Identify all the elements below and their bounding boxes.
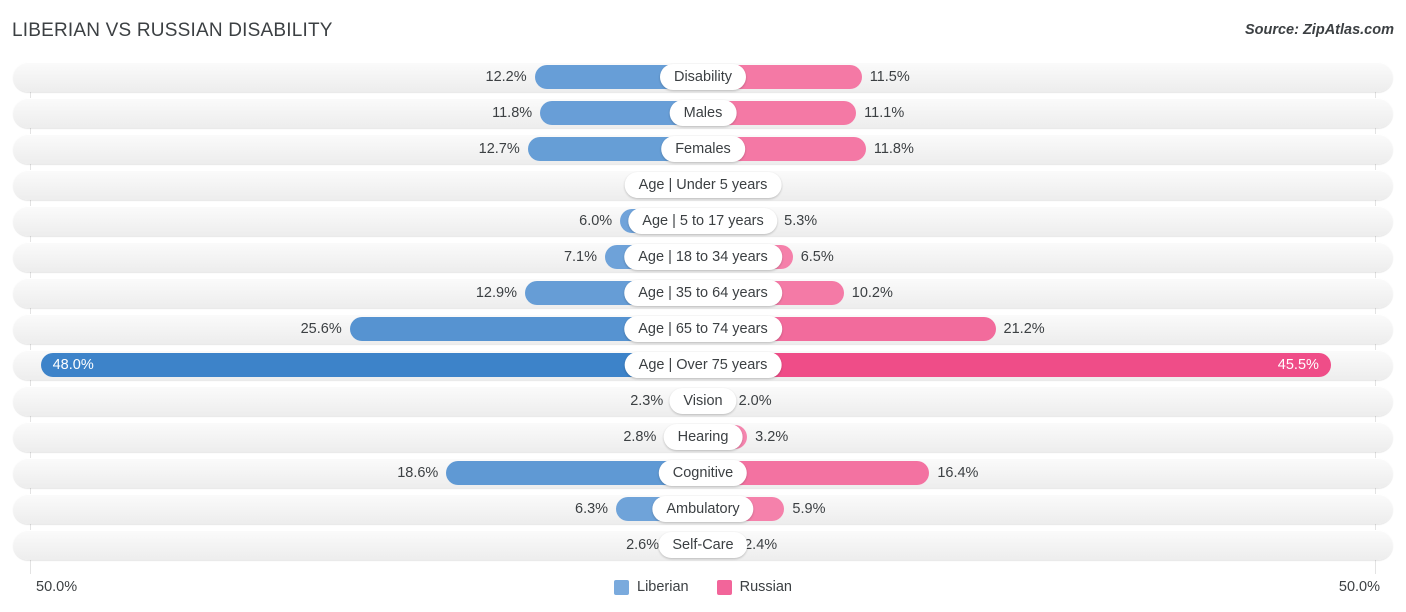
value-label-russian: 11.1% bbox=[864, 105, 905, 121]
bar-row: 12.9% 10.2% Age | 35 to 64 years bbox=[13, 278, 1393, 308]
row-category-label: Hearing bbox=[663, 424, 743, 450]
bar-half-right: 11.5% bbox=[703, 62, 1393, 92]
bar-row: 12.2% 11.5% Disability bbox=[13, 62, 1393, 92]
value-label-russian: 2.0% bbox=[738, 393, 772, 409]
bar-row: 6.3% 5.9% Ambulatory bbox=[13, 494, 1393, 524]
legend-label: Russian bbox=[739, 579, 792, 595]
bar-row: 18.6% 16.4% Cognitive bbox=[13, 458, 1393, 488]
bar-half-left: 7.1% bbox=[13, 242, 703, 272]
value-label-liberian: 7.1% bbox=[563, 249, 598, 265]
bar-row: 12.7% 11.8% Females bbox=[13, 134, 1393, 164]
chart-footer: 50.0% 50.0% Liberian Russian bbox=[0, 574, 1406, 612]
value-label-liberian: 6.0% bbox=[579, 213, 613, 229]
bar-half-right: 10.2% bbox=[703, 278, 1393, 308]
plot-area: 12.2% 11.5% Disability 11.8% 11.1% Males 12.7%… bbox=[0, 62, 1406, 574]
row-category-label: Cognitive bbox=[658, 460, 748, 486]
value-label-russian: 10.2% bbox=[851, 285, 893, 301]
value-label-liberian: 6.3% bbox=[575, 501, 609, 517]
value-label-liberian: 2.6% bbox=[626, 537, 660, 553]
bar-row: 2.6% 2.4% Self-Care bbox=[13, 530, 1393, 560]
bar-half-left: 12.2% bbox=[13, 62, 703, 92]
bar-half-left: 12.7% bbox=[13, 134, 703, 164]
bar-row: 48.0% 45.5% Age | Over 75 years bbox=[13, 350, 1393, 380]
row-category-label: Age | Under 5 years bbox=[624, 172, 782, 198]
legend-item[interactable]: Russian bbox=[716, 579, 792, 595]
bar-half-left: 12.9% bbox=[13, 278, 703, 308]
value-label-liberian: 12.9% bbox=[475, 285, 517, 301]
value-label-liberian: 12.7% bbox=[478, 141, 520, 157]
bar-russian bbox=[703, 353, 1331, 377]
chart-root: LIBERIAN VS RUSSIAN DISABILITY Source: Z… bbox=[0, 0, 1406, 612]
chart-legend: Liberian Russian bbox=[0, 579, 1406, 595]
row-category-label: Self-Care bbox=[658, 532, 748, 558]
value-label-liberian: 2.8% bbox=[623, 429, 657, 445]
value-label-liberian: 48.0% bbox=[52, 357, 94, 373]
legend-swatch-icon bbox=[614, 579, 629, 595]
bar-half-left: 2.8% bbox=[13, 422, 703, 452]
bar-row: 6.0% 5.3% Age | 5 to 17 years bbox=[13, 206, 1393, 236]
value-label-russian: 5.9% bbox=[792, 501, 826, 517]
value-label-russian: 16.4% bbox=[937, 465, 979, 481]
value-label-liberian: 12.2% bbox=[485, 69, 527, 85]
bar-half-left: 11.8% bbox=[13, 98, 703, 128]
bar-half-right: 2.4% bbox=[703, 530, 1393, 560]
row-category-label: Age | 65 to 74 years bbox=[624, 316, 782, 342]
legend-swatch-icon bbox=[716, 579, 732, 595]
bar-half-right: 45.5% bbox=[703, 350, 1393, 380]
bar-half-left: 6.0% bbox=[13, 206, 703, 236]
bar-half-right: 16.4% bbox=[703, 458, 1393, 488]
value-label-russian: 11.8% bbox=[873, 141, 914, 157]
page-title: LIBERIAN VS RUSSIAN DISABILITY bbox=[12, 20, 333, 41]
bar-rows: 12.2% 11.5% Disability 11.8% 11.1% Males 12.7%… bbox=[13, 62, 1393, 566]
value-label-liberian: 25.6% bbox=[300, 321, 342, 337]
bar-half-right: 5.9% bbox=[703, 494, 1393, 524]
bar-half-right: 11.1% bbox=[703, 98, 1393, 128]
bar-row: 25.6% 21.2% Age | 65 to 74 years bbox=[13, 314, 1393, 344]
row-category-label: Age | Over 75 years bbox=[624, 352, 782, 378]
value-label-russian: 3.2% bbox=[755, 429, 789, 445]
bar-half-left: 1.3% bbox=[13, 170, 703, 200]
value-label-russian: 2.4% bbox=[744, 537, 778, 553]
bar-half-right: 1.4% bbox=[703, 170, 1393, 200]
value-label-russian: 6.5% bbox=[800, 249, 834, 265]
row-category-label: Vision bbox=[669, 388, 737, 414]
bar-half-right: 21.2% bbox=[703, 314, 1393, 344]
value-label-russian: 21.2% bbox=[1003, 321, 1045, 337]
bar-half-left: 25.6% bbox=[13, 314, 703, 344]
legend-item[interactable]: Liberian bbox=[614, 579, 689, 595]
bar-row: 2.8% 3.2% Hearing bbox=[13, 422, 1393, 452]
bar-row: 7.1% 6.5% Age | 18 to 34 years bbox=[13, 242, 1393, 272]
bar-row: 11.8% 11.1% Males bbox=[13, 98, 1393, 128]
bar-liberian bbox=[40, 353, 703, 377]
row-category-label: Age | 35 to 64 years bbox=[624, 280, 782, 306]
row-category-label: Ambulatory bbox=[652, 496, 754, 522]
bar-half-left: 6.3% bbox=[13, 494, 703, 524]
bar-half-left: 18.6% bbox=[13, 458, 703, 488]
value-label-liberian: 11.8% bbox=[492, 105, 533, 121]
bar-row: 1.3%1.4%Age | Under 5 years bbox=[13, 170, 1393, 200]
chart-header: LIBERIAN VS RUSSIAN DISABILITY Source: Z… bbox=[0, 0, 1406, 56]
source-attribution: Source: ZipAtlas.com bbox=[1244, 22, 1394, 38]
legend-label: Liberian bbox=[637, 579, 689, 595]
row-category-label: Age | 5 to 17 years bbox=[628, 208, 778, 234]
row-category-label: Age | 18 to 34 years bbox=[624, 244, 782, 270]
value-label-russian: 5.3% bbox=[784, 213, 818, 229]
bar-half-right: 6.5% bbox=[703, 242, 1393, 272]
row-category-label: Females bbox=[661, 136, 745, 162]
bar-half-right: 11.8% bbox=[703, 134, 1393, 164]
value-label-russian: 45.5% bbox=[1277, 357, 1319, 373]
value-label-russian: 11.5% bbox=[869, 69, 910, 85]
value-label-liberian: 2.3% bbox=[630, 393, 664, 409]
bar-half-right: 2.0% bbox=[703, 386, 1393, 416]
bar-half-left: 2.3% bbox=[13, 386, 703, 416]
bar-half-right: 5.3% bbox=[703, 206, 1393, 236]
value-label-liberian: 18.6% bbox=[397, 465, 439, 481]
bar-half-left: 48.0% bbox=[13, 350, 703, 380]
row-category-label: Disability bbox=[659, 64, 747, 90]
row-category-label: Males bbox=[669, 100, 737, 126]
bar-half-left: 2.6% bbox=[13, 530, 703, 560]
bar-half-right: 3.2% bbox=[703, 422, 1393, 452]
bar-row: 2.3% 2.0% Vision bbox=[13, 386, 1393, 416]
